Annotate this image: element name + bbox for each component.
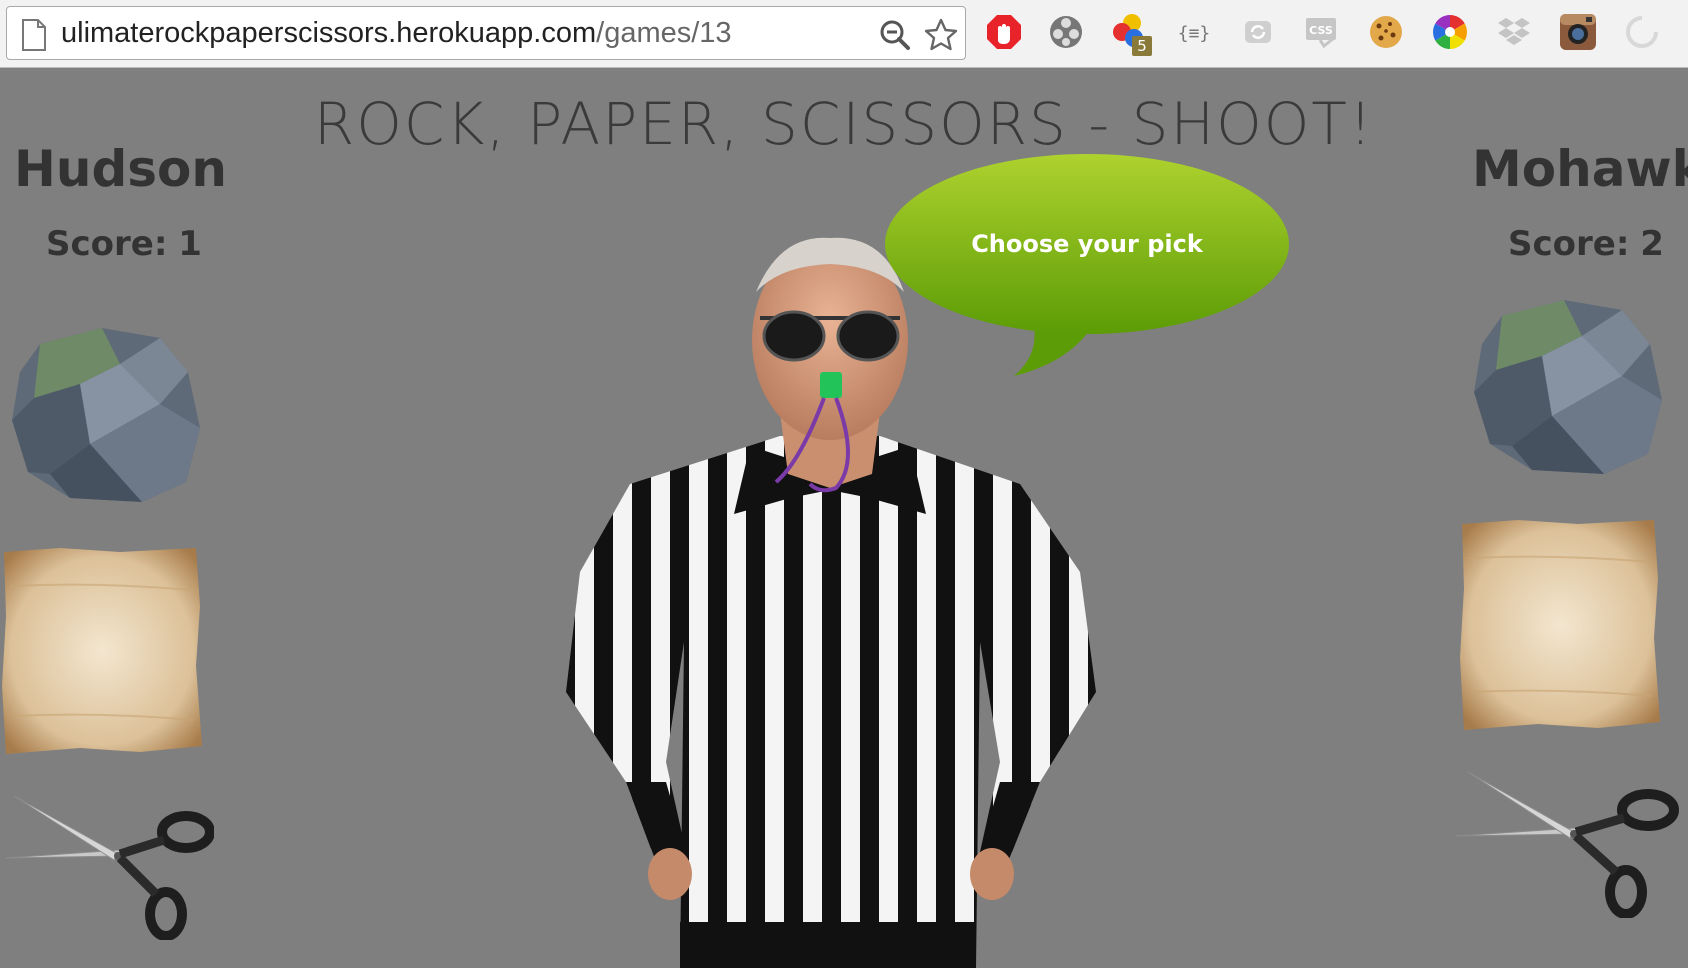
score-value: 1 bbox=[178, 224, 202, 264]
left-player-score: Score: 1 bbox=[46, 224, 202, 264]
color-dots-icon[interactable]: 5 bbox=[1110, 12, 1152, 56]
url-text[interactable]: ulimaterockpaperscissors.herokuapp.com/g… bbox=[61, 17, 732, 50]
left-player-name: Hudson bbox=[14, 140, 227, 198]
page-icon bbox=[21, 19, 47, 51]
score-label: Score: bbox=[1508, 224, 1630, 264]
dropbox-icon[interactable] bbox=[1494, 12, 1534, 52]
svg-text:{≡}: {≡} bbox=[1178, 23, 1211, 44]
score-label: Score: bbox=[46, 224, 168, 264]
svg-text:CSS: CSS bbox=[1309, 24, 1333, 37]
score-value: 2 bbox=[1640, 224, 1664, 264]
speech-bubble: Choose your pick bbox=[884, 152, 1290, 378]
color-wheel-icon[interactable] bbox=[1430, 12, 1470, 52]
instagram-icon[interactable] bbox=[1558, 12, 1598, 52]
css-icon[interactable]: CSS bbox=[1302, 12, 1342, 52]
refresh-icon[interactable] bbox=[1238, 12, 1278, 52]
right-player-name: Mohawk bbox=[1472, 140, 1688, 198]
speech-bubble-text: Choose your pick bbox=[971, 230, 1203, 258]
adblock-icon[interactable] bbox=[984, 12, 1024, 52]
circle-icon[interactable] bbox=[1622, 12, 1662, 52]
browser-toolbar: ulimaterockpaperscissors.herokuapp.com/g… bbox=[0, 0, 1688, 68]
page-title: ROCK, PAPER, SCISSORS - SHOOT! bbox=[313, 90, 1375, 158]
left-rock-button[interactable] bbox=[10, 324, 202, 506]
zoom-icon[interactable] bbox=[879, 19, 911, 51]
right-scissors-button[interactable] bbox=[1454, 768, 1680, 918]
film-icon[interactable] bbox=[1046, 12, 1086, 52]
right-player-score: Score: 2 bbox=[1508, 224, 1664, 264]
json-icon[interactable]: {≡} bbox=[1174, 12, 1214, 52]
left-scissors-button[interactable] bbox=[0, 790, 214, 940]
right-paper-button[interactable] bbox=[1458, 518, 1662, 732]
cookie-icon[interactable] bbox=[1366, 12, 1406, 52]
right-rock-button[interactable] bbox=[1472, 296, 1664, 478]
left-paper-button[interactable] bbox=[0, 546, 204, 756]
address-bar[interactable]: ulimaterockpaperscissors.herokuapp.com/g… bbox=[6, 6, 966, 60]
game-page: ROCK, PAPER, SCISSORS - SHOOT! Hudson Sc… bbox=[0, 68, 1688, 968]
bookmark-star-icon[interactable] bbox=[923, 17, 959, 53]
extension-badge: 5 bbox=[1132, 36, 1152, 56]
